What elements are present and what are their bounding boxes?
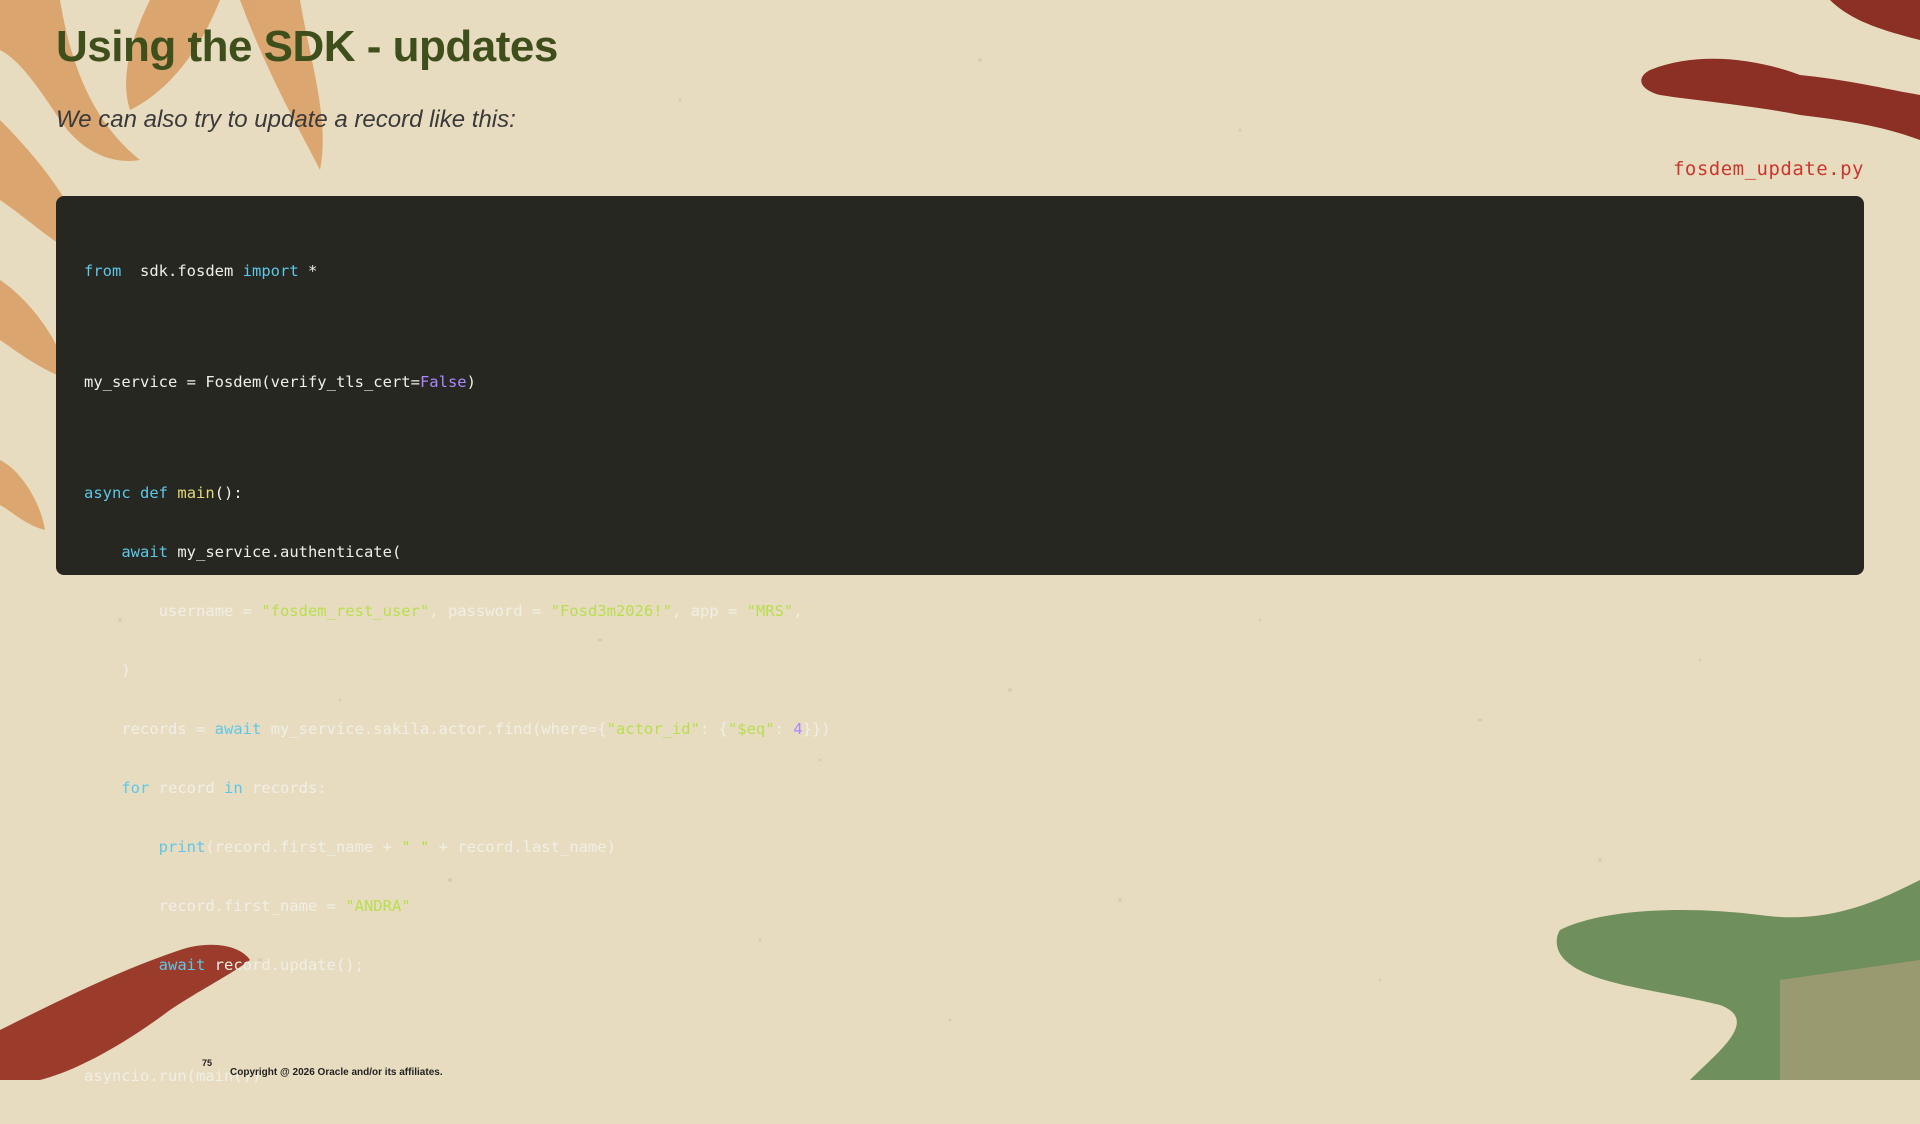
code-line: for record in records:: [121, 779, 327, 797]
slide-subtitle: We can also try to update a record like …: [56, 106, 516, 133]
code-line: username = "fosdem_rest_user", password …: [84, 602, 803, 620]
code-line: await record.update();: [158, 956, 364, 974]
code-line: ): [84, 661, 131, 679]
code-line: record.first_name = "ANDRA": [84, 897, 411, 915]
copyright-notice: Copyright @ 2026 Oracle and/or its affil…: [230, 1067, 443, 1078]
page-number: 75: [202, 1058, 213, 1068]
code-line: my_service = Fosdem(verify_tls_cert=Fals…: [84, 373, 476, 391]
code-line: records = await my_service.sakila.actor.…: [84, 720, 831, 738]
code-line: from sdk.fosdem import *: [84, 262, 318, 280]
code-line: await my_service.authenticate(: [121, 543, 402, 561]
slide-title: Using the SDK - updates: [56, 22, 558, 71]
code-block: from sdk.fosdem import * my_service = Fo…: [56, 196, 1864, 1085]
code-line: print(record.first_name + " " + record.l…: [158, 838, 616, 856]
code-line: async def main():: [84, 484, 243, 502]
code-filename: fosdem_update.py: [1672, 158, 1864, 180]
